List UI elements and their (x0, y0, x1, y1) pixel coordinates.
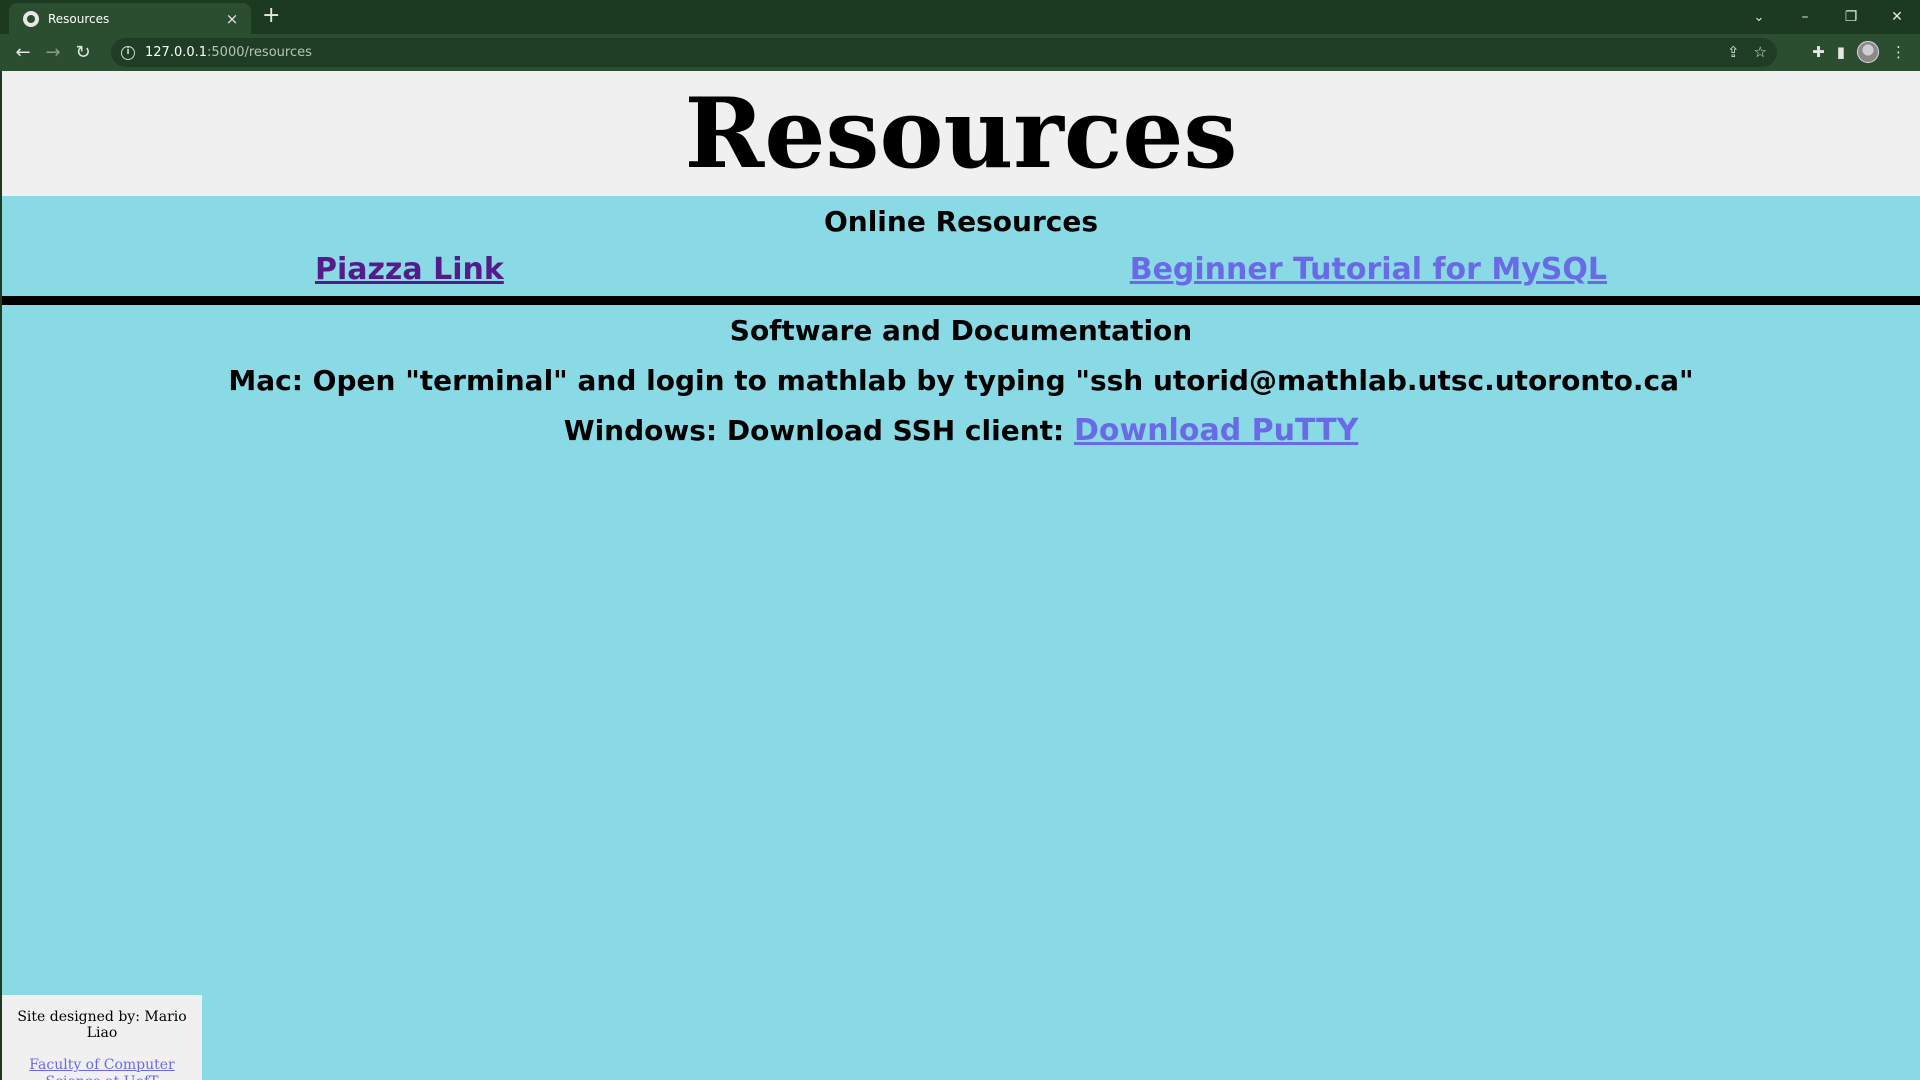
new-tab-button[interactable]: + (262, 5, 280, 27)
url-text[interactable]: 127.0.0.1:5000/resources (145, 45, 312, 60)
back-button[interactable]: ← (8, 42, 38, 63)
online-resources-section: Online Resources Piazza Link Beginner Tu… (2, 196, 1920, 292)
url-host: 127.0.0.1 (145, 45, 208, 60)
software-heading: Software and Documentation (729, 314, 1193, 347)
close-tab-icon[interactable]: × (223, 10, 241, 28)
url-path: :5000/resources (207, 45, 312, 60)
online-resources-heading: Online Resources (823, 205, 1099, 238)
page-header: Resources (2, 71, 1920, 196)
tab-title: Resources (48, 11, 110, 26)
tab-search-icon[interactable]: ⌄ (1736, 10, 1782, 25)
bookmark-star-icon[interactable]: ☆ (1754, 43, 1767, 61)
extensions-icon[interactable]: ✚ (1812, 43, 1825, 61)
globe-icon (23, 10, 39, 27)
omnibox-actions: ⇪ ☆ (1727, 43, 1767, 61)
address-bar[interactable]: i 127.0.0.1:5000/resources ⇪ ☆ (111, 38, 1777, 67)
window-controls: ⌄ – ❐ ✕ (1736, 0, 1920, 34)
page-content: Resources Online Resources Piazza Link B… (2, 71, 1920, 1080)
toolbar-actions: ✚ ▮ ⋮ (1812, 41, 1906, 63)
download-putty-link[interactable]: Download PuTTY (1074, 413, 1358, 448)
section-divider (2, 296, 1920, 305)
mysql-tutorial-link[interactable]: Beginner Tutorial for MySQL (1130, 250, 1607, 292)
windows-instructions: Windows: Download SSH client: Download P… (2, 411, 1920, 451)
menu-icon[interactable]: ⋮ (1891, 43, 1906, 61)
browser-tab[interactable]: Resources × (9, 3, 251, 34)
share-icon[interactable]: ⇪ (1727, 43, 1740, 61)
site-info-icon[interactable]: i (121, 45, 135, 60)
forward-button[interactable]: → (38, 42, 68, 63)
side-panel-icon[interactable]: ▮ (1837, 43, 1845, 61)
mac-instructions: Mac: Open "terminal" and login to mathla… (228, 364, 1694, 397)
reload-button[interactable]: ↻ (68, 42, 98, 63)
minimize-button[interactable]: – (1782, 9, 1828, 25)
close-window-button[interactable]: ✕ (1874, 9, 1920, 25)
restore-button[interactable]: ❐ (1828, 9, 1874, 25)
profile-avatar[interactable] (1857, 41, 1879, 63)
online-links-row: Piazza Link Beginner Tutorial for MySQL (2, 250, 1920, 292)
faculty-link[interactable]: Faculty of Computer Science at UofT (2, 1057, 202, 1080)
credit-text: Site designed by: Mario Liao (17, 1009, 187, 1041)
windows-text: Windows: Download SSH client: (563, 414, 1074, 447)
software-section: Software and Documentation Mac: Open "te… (2, 305, 1920, 451)
footer-credit: Site designed by: Mario Liao Faculty of … (2, 995, 202, 1080)
browser-toolbar: ← → ↻ i 127.0.0.1:5000/resources ⇪ ☆ ✚ ▮… (0, 34, 1920, 71)
piazza-link[interactable]: Piazza Link (315, 250, 504, 292)
page-title: Resources (684, 77, 1238, 190)
browser-tabstrip: Resources × + ⌄ – ❐ ✕ (0, 0, 1920, 34)
